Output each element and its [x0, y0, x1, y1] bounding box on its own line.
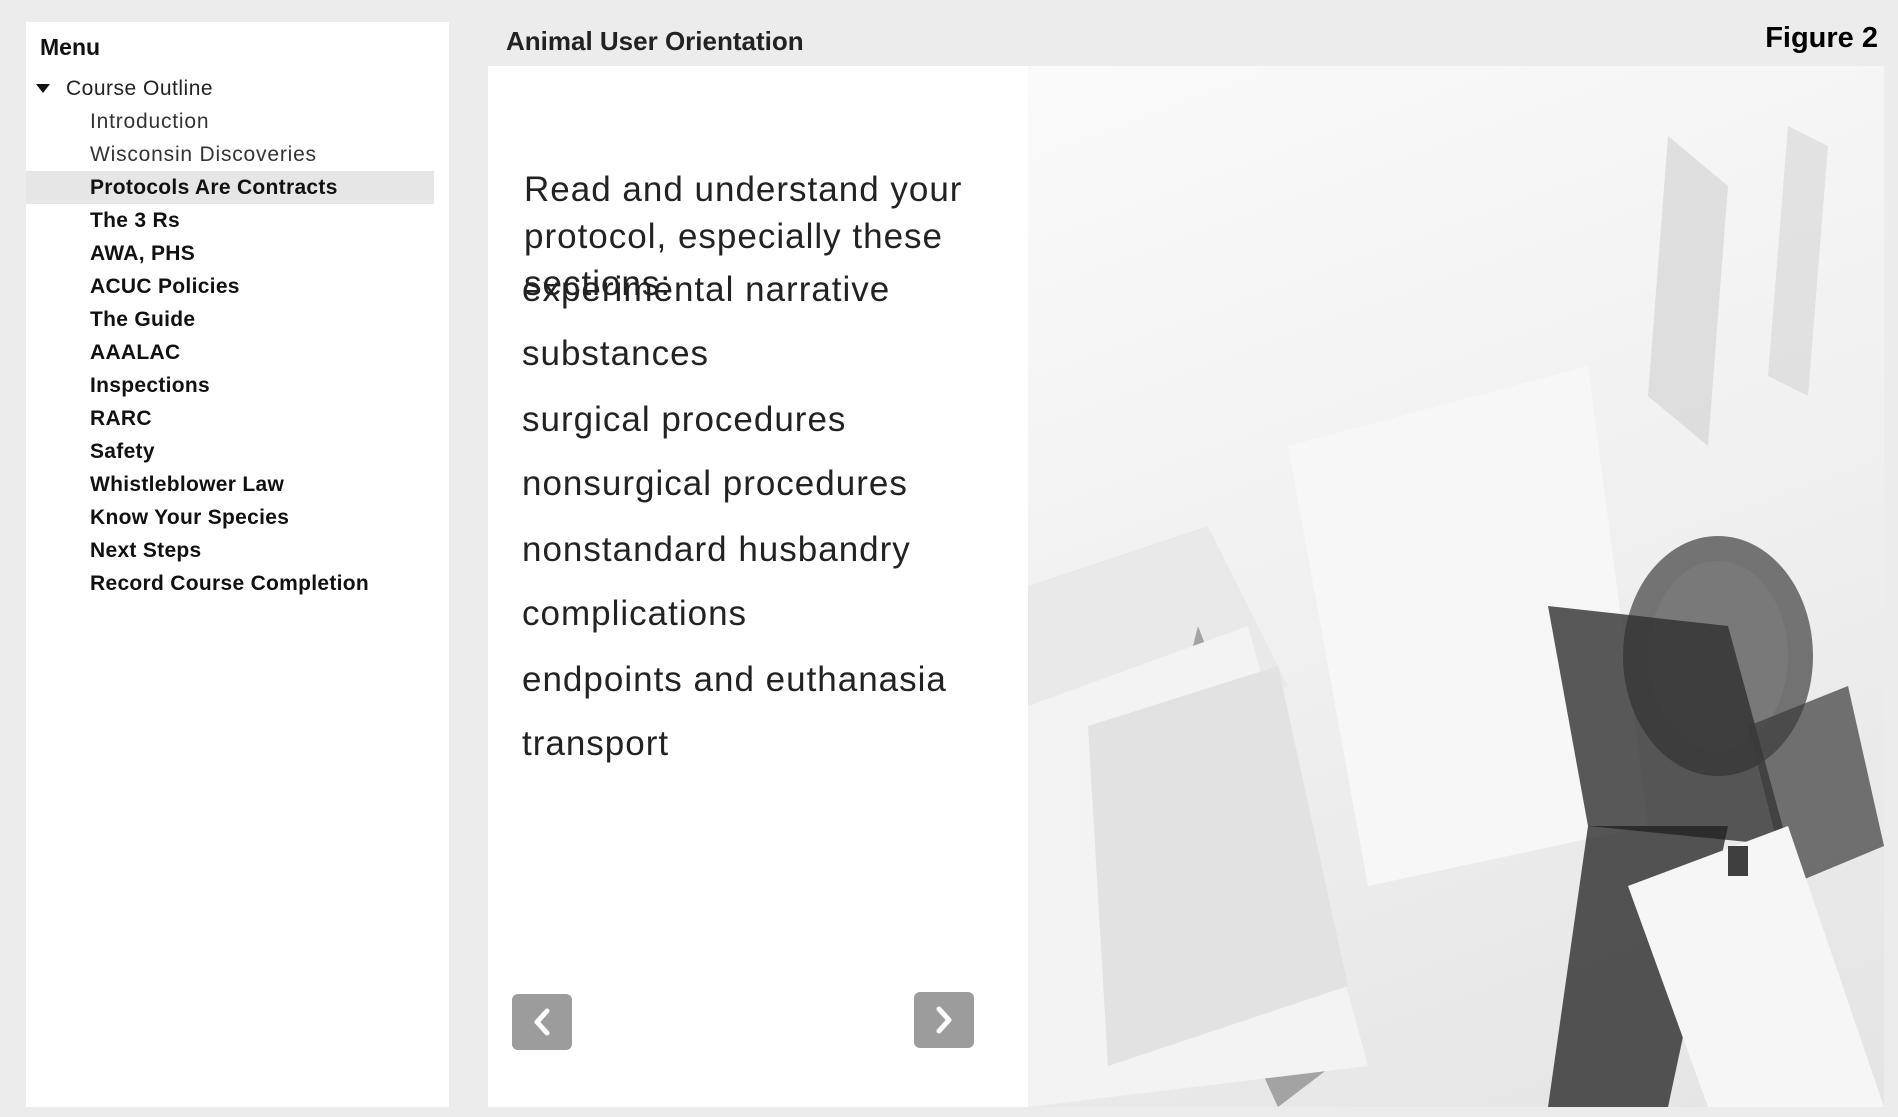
course-title: Animal User Orientation — [506, 26, 804, 56]
sidebar-item-safety[interactable]: Safety — [26, 435, 449, 468]
section-complications: complications — [522, 594, 748, 633]
course-outline: Course Outline Introduction Wisconsin Di… — [26, 72, 449, 600]
course-outline-toggle[interactable]: Course Outline — [26, 72, 449, 105]
menu-title: Menu — [40, 34, 101, 60]
sidebar-item-acuc-policies[interactable]: ACUC Policies — [26, 270, 449, 303]
previous-button[interactable] — [512, 994, 572, 1050]
sidebar-item-know-your-species[interactable]: Know Your Species — [26, 501, 449, 534]
triangle-down-icon[interactable] — [36, 84, 50, 93]
sidebar-item-awa-phs[interactable]: AWA, PHS — [26, 237, 449, 270]
sidebar-item-protocols-are-contracts[interactable]: Protocols Are Contracts — [26, 171, 434, 204]
figure-label: Figure 2 — [1765, 22, 1878, 54]
next-button[interactable] — [914, 992, 974, 1048]
section-substances: substances — [522, 334, 710, 373]
sidebar-item-next-steps[interactable]: Next Steps — [26, 534, 449, 567]
sidebar-item-the-3-rs[interactable]: The 3 Rs — [26, 204, 449, 237]
section-transport: transport — [522, 724, 670, 763]
section-endpoints-and-euthanasia: endpoints and euthanasia — [522, 660, 947, 699]
chevron-left-icon — [534, 1008, 550, 1036]
chevron-right-icon — [936, 1006, 952, 1034]
course-outline-label: Course Outline — [66, 76, 214, 100]
sidebar-item-whistleblower-law[interactable]: Whistleblower Law — [26, 468, 449, 501]
section-nonsurgical-procedures: nonsurgical procedures — [522, 464, 908, 503]
sidebar-item-introduction[interactable]: Introduction — [26, 105, 449, 138]
sidebar-menu: Menu Course Outline Introduction Wiscons… — [26, 22, 449, 1107]
section-surgical-procedures: surgical procedures — [522, 400, 847, 439]
sidebar-item-aaalac[interactable]: AAALAC — [26, 336, 449, 369]
sidebar-item-the-guide[interactable]: The Guide — [26, 303, 449, 336]
sidebar-item-rarc[interactable]: RARC — [26, 402, 449, 435]
section-experimental-narrative: experimental narrative — [522, 270, 891, 309]
sidebar-item-record-course-completion[interactable]: Record Course Completion — [26, 567, 449, 600]
lab-photo — [1028, 66, 1884, 1107]
section-nonstandard-husbandry: nonstandard husbandry — [522, 530, 911, 569]
sidebar-item-inspections[interactable]: Inspections — [26, 369, 449, 402]
lab-photo-illustration — [1028, 126, 1884, 1107]
sidebar-item-wisconsin-discoveries[interactable]: Wisconsin Discoveries — [26, 138, 449, 171]
slide-content: Read and understand your protocol, espec… — [488, 66, 1884, 1107]
